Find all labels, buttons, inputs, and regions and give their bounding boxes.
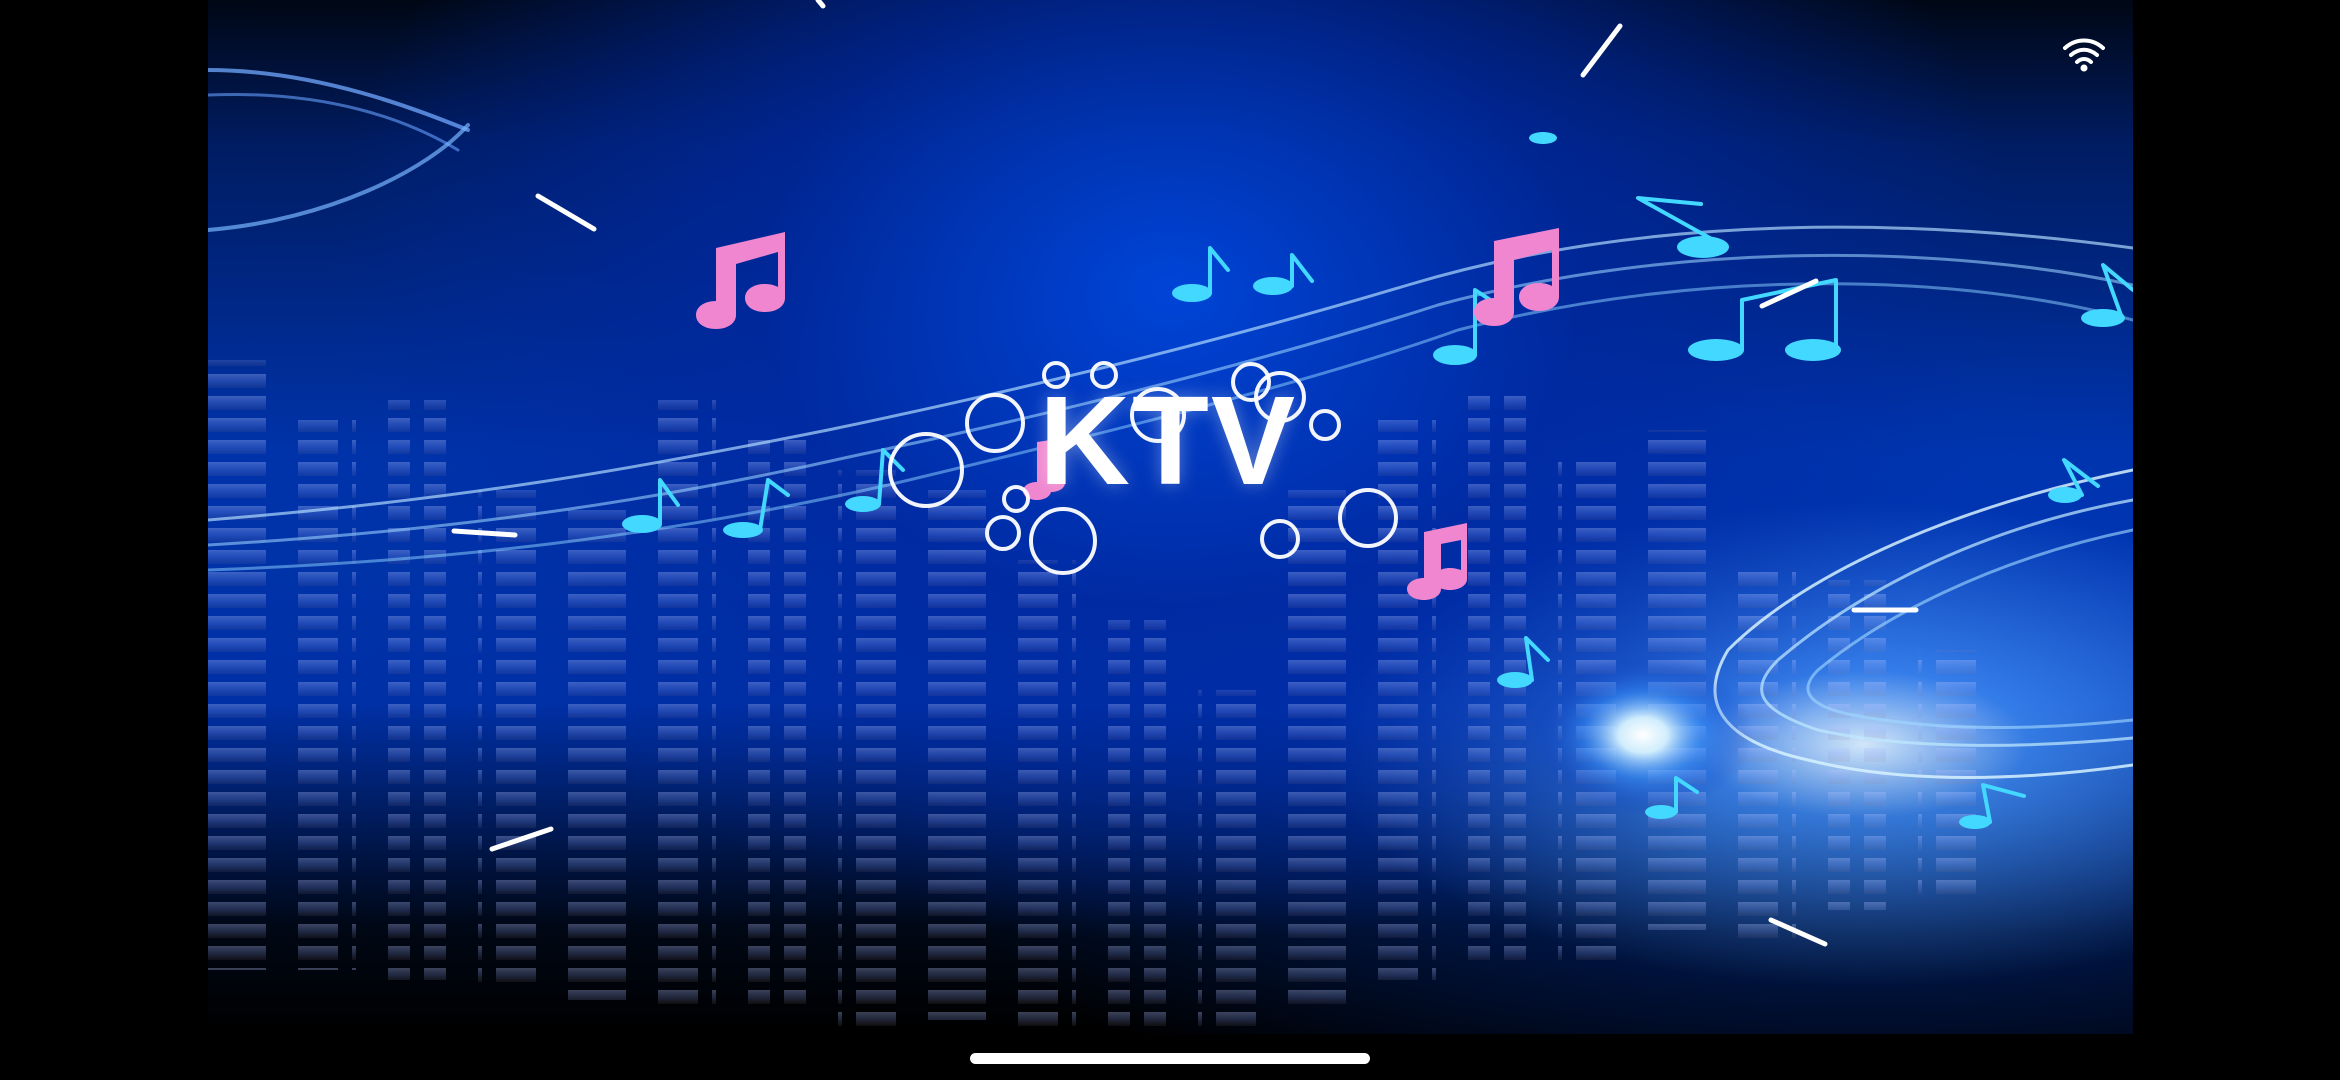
app-logo-text: KTV (1039, 370, 1297, 511)
home-indicator[interactable] (970, 1053, 1370, 1064)
app-screen: KTV (0, 0, 2340, 1080)
wifi-icon (2063, 38, 2105, 72)
light-flare (1533, 655, 1753, 815)
splash-background (208, 0, 2133, 1030)
splash-stage: KTV (208, 0, 2133, 1034)
